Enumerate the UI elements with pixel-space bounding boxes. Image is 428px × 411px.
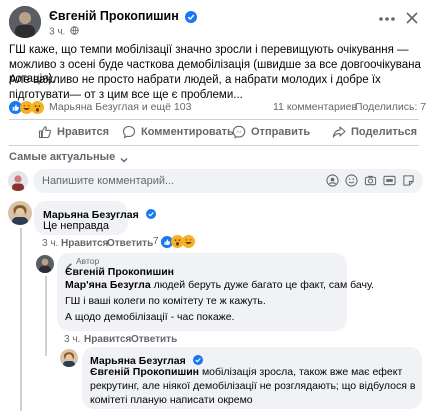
reactions-summary[interactable]: Марьяна Безуглая и ещё 103	[9, 100, 191, 114]
thread-line	[45, 276, 47, 356]
commenter-avatar[interactable]	[8, 201, 32, 225]
wow-reaction-icon	[31, 100, 44, 114]
thread-line	[20, 338, 22, 411]
sort-label: Самые актуальные	[9, 151, 116, 163]
gif-icon[interactable]	[383, 174, 396, 187]
comments-count[interactable]: 11 комментариев	[273, 101, 357, 113]
reactions-label[interactable]: Марьяна Безуглая и ещё 103	[49, 101, 191, 113]
share-button[interactable]: Поделиться	[332, 124, 417, 140]
pencil-icon	[65, 257, 73, 269]
reply-like-button[interactable]: Нравится	[84, 334, 131, 345]
comment-time[interactable]: 3 ч.	[42, 238, 58, 249]
divider	[9, 119, 419, 120]
reaction-count: 7	[153, 235, 159, 247]
comment-reactions[interactable]: 7	[153, 233, 195, 249]
verified-icon	[185, 10, 198, 23]
verified-icon	[193, 354, 204, 365]
camera-icon[interactable]	[364, 174, 377, 187]
comment-bubble: Марьяна Безуглая Це неправда	[34, 201, 157, 235]
post-author-name[interactable]: Євгеній Прокопишин	[49, 9, 179, 23]
close-icon[interactable]	[404, 10, 420, 26]
composer-placeholder[interactable]: Напишите комментарий...	[42, 175, 174, 187]
author-badge: Автор	[65, 256, 100, 269]
emoji-icon[interactable]	[345, 174, 358, 187]
send-button[interactable]: Отправить	[232, 124, 310, 140]
avatar-sticker-icon[interactable]	[326, 174, 339, 187]
commenter-avatar[interactable]	[60, 349, 78, 367]
comment-icon	[122, 125, 136, 139]
haha-reaction-icon	[181, 234, 195, 248]
shares-count[interactable]: Поделились: 7	[355, 101, 426, 113]
share-icon	[332, 125, 346, 139]
reply-text-1: Мар'яна Безугла людей беруть дуже багато…	[65, 279, 374, 291]
reply-author[interactable]: Євгеній Прокопишин	[65, 266, 174, 278]
reply-text-2: ГШ і ваші колеги по комітету те ж кажуть…	[65, 295, 266, 307]
globe-icon	[70, 26, 79, 38]
reply-mention[interactable]: Євгеній Прокопишин	[90, 366, 199, 378]
reply-text-1-body: людей беруть дуже багато це факт, сам ба…	[150, 279, 375, 291]
reply-text-3: А щодо демобілізації - час покаже.	[65, 311, 235, 323]
comment-text: Це неправда	[43, 220, 109, 232]
reply-reply-button[interactable]: Ответить	[131, 334, 177, 345]
post-author[interactable]: Євгеній Прокопишин	[49, 9, 198, 23]
thumbs-up-icon	[38, 125, 52, 139]
verified-icon	[146, 208, 157, 219]
author-avatar[interactable]	[36, 255, 54, 273]
comment-button[interactable]: Комментировать	[122, 124, 234, 140]
sticker-icon[interactable]	[402, 174, 415, 187]
post-time[interactable]: 3 ч.	[49, 27, 65, 38]
like-label: Нравится	[57, 126, 110, 138]
comment-reply-button[interactable]: Ответить	[107, 238, 153, 249]
messenger-icon	[232, 125, 246, 139]
comment-label: Комментировать	[141, 126, 234, 138]
reply-bubble: Автор Євгеній Прокопишин Мар'яна Безугла…	[57, 253, 374, 331]
chevron-down-icon	[119, 152, 129, 163]
reply-mention[interactable]: Мар'яна Безугла	[65, 279, 151, 291]
reply-time[interactable]: 3 ч.	[64, 334, 80, 345]
post-text-2: Але важливо не просто набрати людей, а н…	[9, 74, 381, 101]
thread-line	[20, 228, 22, 338]
like-button[interactable]: Нравится	[38, 124, 109, 140]
author-avatar[interactable]	[9, 6, 41, 38]
author-badge-label: Автор	[76, 256, 100, 266]
comment-like-button[interactable]: Нравится	[61, 238, 108, 249]
divider	[9, 145, 419, 146]
send-label: Отправить	[251, 126, 311, 138]
reply-bubble: Марьяна Безуглая Євгеній Прокопишин мобі…	[82, 347, 422, 409]
sort-dropdown[interactable]: Самые актуальные	[9, 150, 129, 164]
reply-text: Євгеній Прокопишин мобілізація зросла, т…	[90, 365, 416, 407]
post-meta: 3 ч.	[49, 26, 79, 38]
current-user-avatar[interactable]	[8, 171, 28, 191]
more-options-icon[interactable]	[376, 12, 398, 26]
share-label: Поделиться	[351, 126, 418, 138]
comment-composer[interactable]: Напишите комментарий...	[33, 169, 423, 193]
